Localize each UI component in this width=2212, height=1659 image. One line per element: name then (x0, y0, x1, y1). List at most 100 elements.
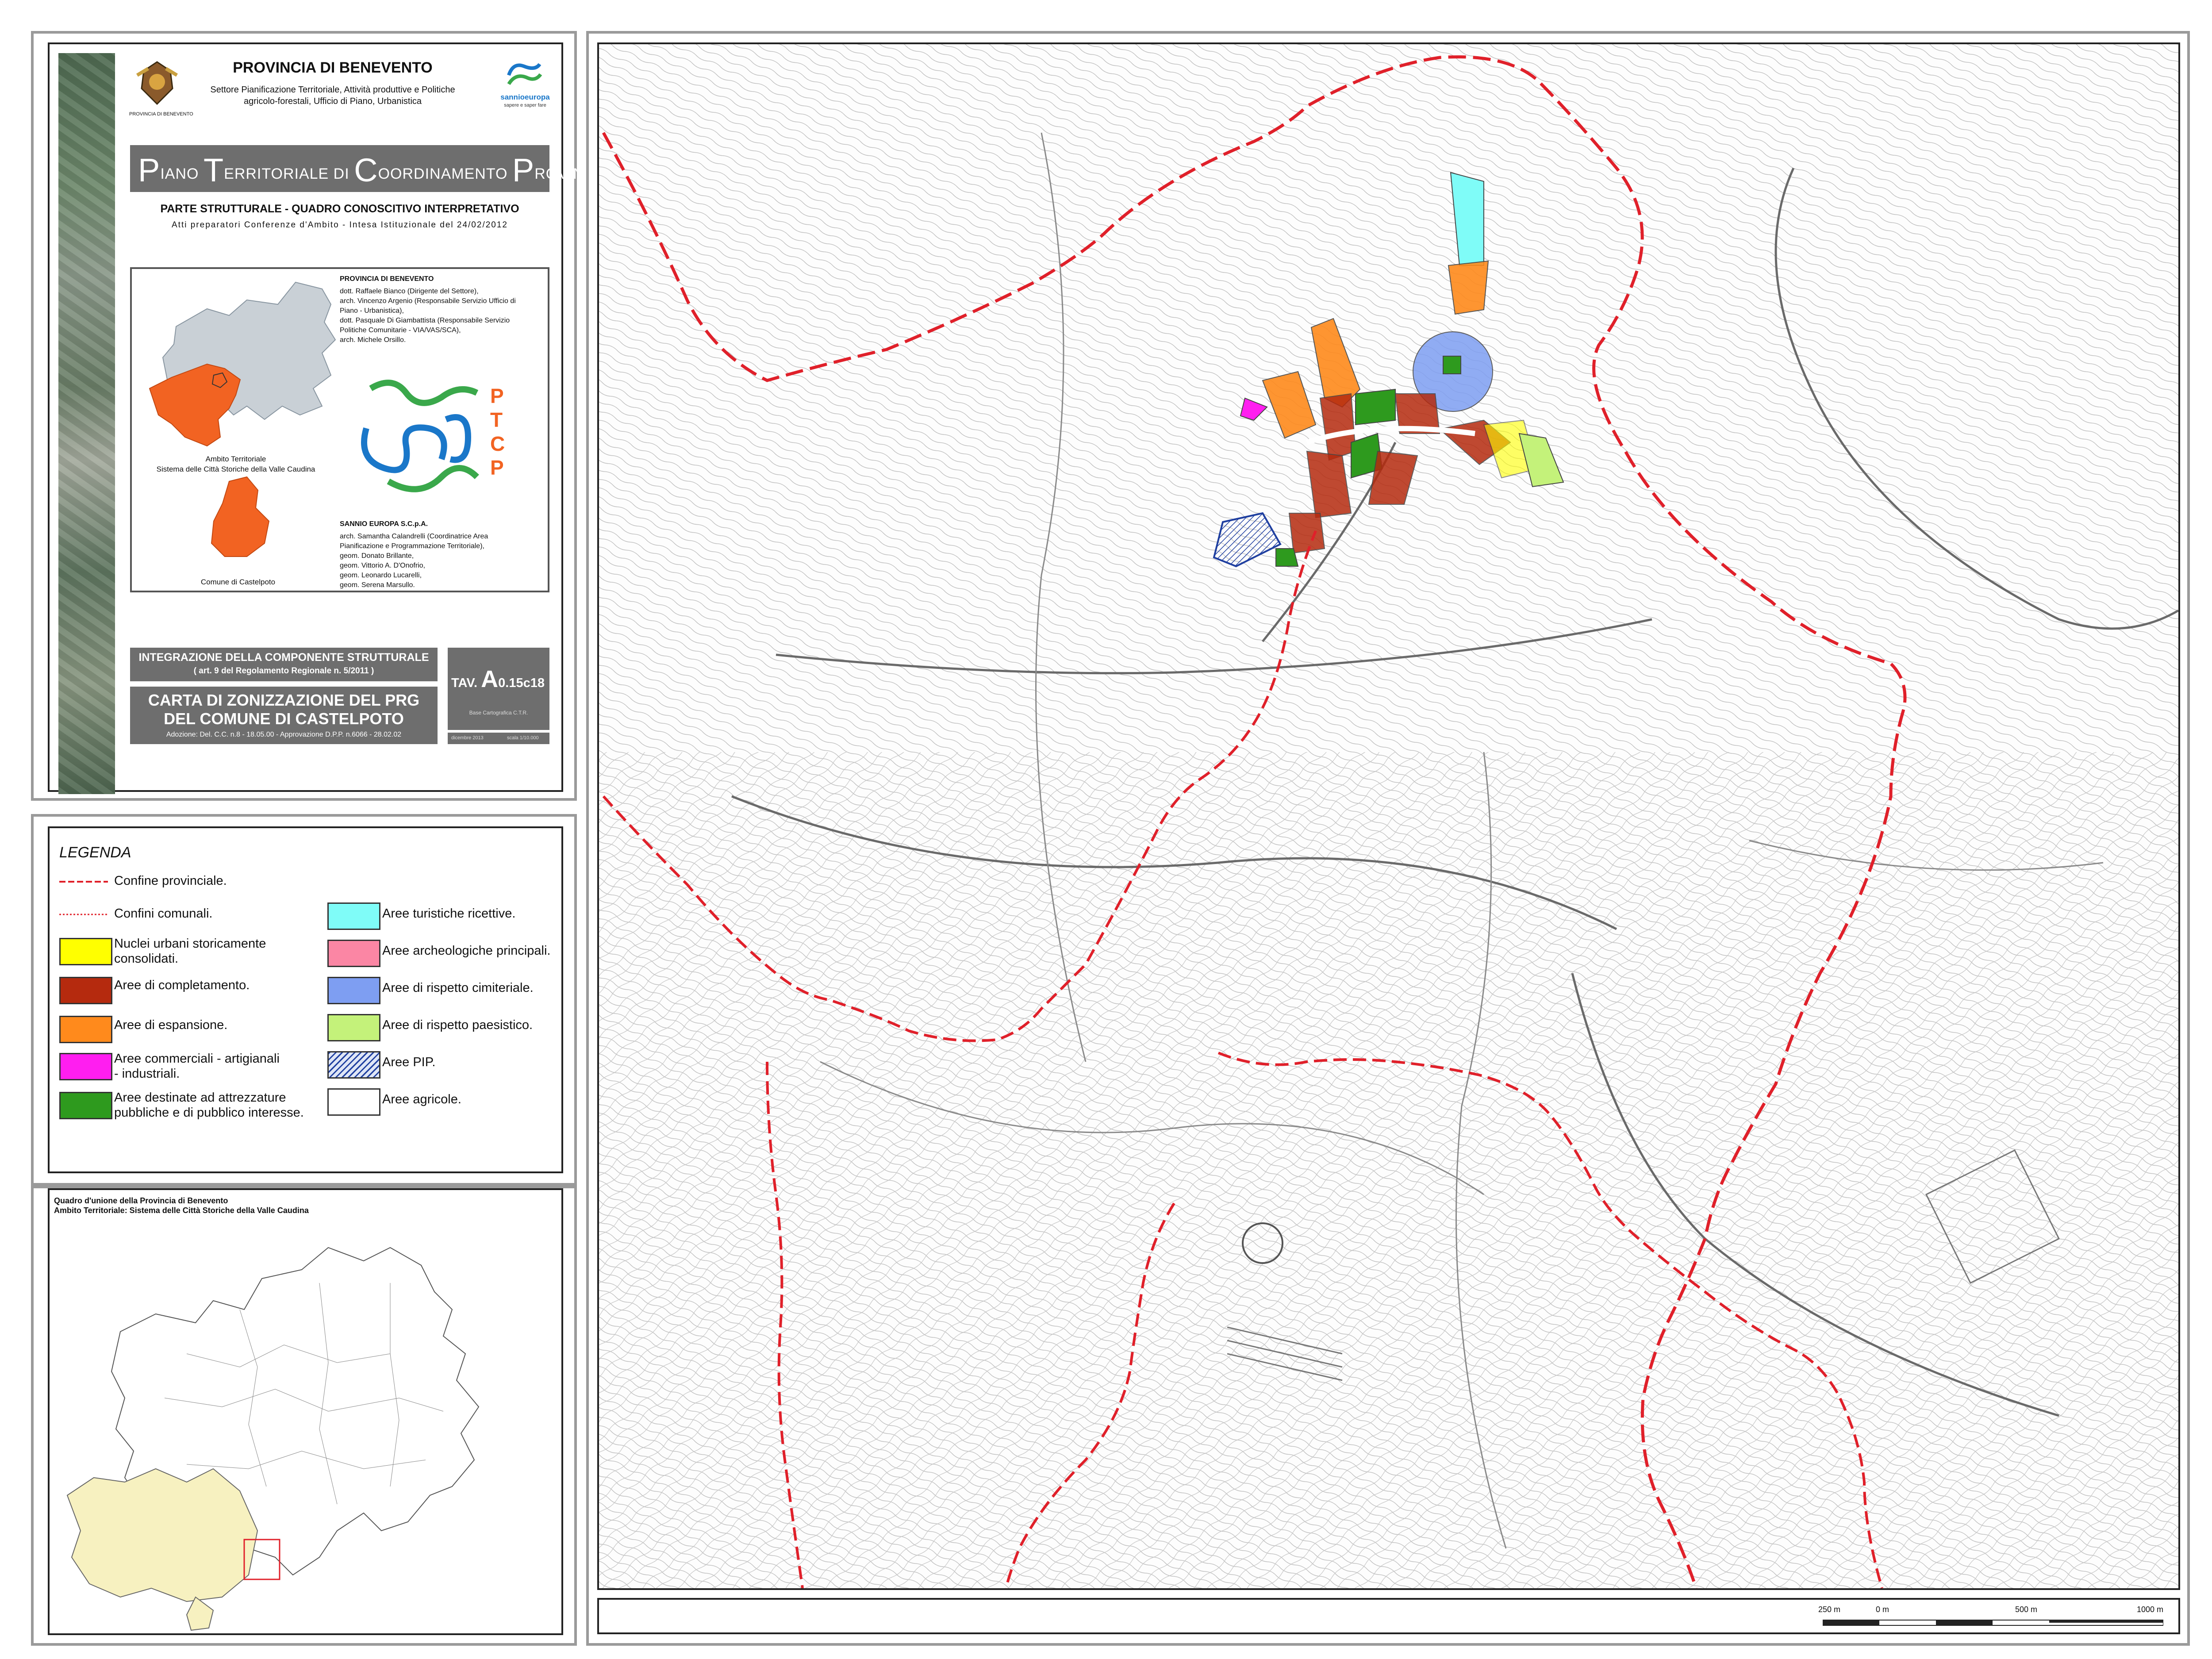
org-title: PROVINCIA DI BENEVENTO (233, 59, 433, 76)
credits-list-2: arch. Samantha Calandrelli (Coordinatric… (340, 532, 488, 590)
overview-title-1: Quadro d'unione della Provincia di Benev… (54, 1196, 228, 1205)
ambito-label-2: Sistema delle Città Storiche della Valle… (156, 465, 315, 473)
plan-title-word-2: ERRITORIALE DI (224, 165, 354, 182)
info-box: Ambito Territoriale Sistema delle Città … (130, 267, 549, 592)
province-map-figure (149, 281, 336, 557)
ptcp-letters: P T C P (490, 384, 505, 480)
credit-line: geom. Donato Brillante, (340, 552, 414, 560)
tav-prefix: TAV. (451, 676, 478, 690)
credit-line: arch. Samantha Calandrelli (Coordinatric… (340, 533, 488, 540)
credit-line: arch. Vincenzo Argenio (Responsabile Ser… (340, 297, 516, 305)
tav-scale: scala 1/10.000 (507, 735, 539, 741)
swatch-turistiche (327, 902, 380, 930)
credit-line: Pianificazione e Programmazione Territor… (340, 542, 484, 550)
swatch-commerciali (59, 1053, 112, 1080)
credit-line: dott. Pasquale Di Giambattista (Responsa… (340, 317, 510, 324)
tav-box: TAV. A0.15c18 Base Cartografica C.T.R. (448, 648, 549, 730)
ambito-label-1: Ambito Territoriale (205, 455, 266, 463)
sector-line-1: Settore Pianificazione Territoriale, Att… (210, 85, 455, 95)
part-title: PARTE STRUTTURALE - QUADRO CONOSCITIVO I… (160, 203, 519, 215)
legend-label: Aree di rispetto paesistico. (382, 1018, 533, 1032)
legend-label: Aree di espansione. (114, 1018, 228, 1032)
legend-label: Aree PIP. (382, 1055, 436, 1069)
swatch-paesistico (327, 1014, 380, 1041)
ptcp-letter: P (490, 384, 504, 407)
aerial-photo-strip (58, 53, 115, 794)
legend-panel: LEGENDA Confine provinciale. Confini com… (48, 826, 563, 1173)
tav-footer: dicembre 2013 scala 1/10.000 (448, 733, 549, 744)
comune-label: Comune di Castelpoto (200, 578, 276, 586)
legend-label: Aree commerciali - artigianali - industr… (114, 1052, 280, 1081)
provincial-boundary-symbol (59, 881, 108, 883)
map-title-line-2: DEL COMUNE DI CASTELPOTO (164, 710, 404, 728)
plan-title-band: PIANO TERRITORIALE DI COORDINAMENTO PROV… (130, 145, 630, 192)
credits-header-2: SANNIO EUROPA S.C.p.A. (340, 520, 428, 528)
scale-label-1000: 1000 m (2137, 1605, 2164, 1614)
credit-line: arch. Michele Orsillo. (340, 336, 406, 344)
legend-label: Aree turistiche ricettive. (382, 906, 516, 921)
province-crest-icon (136, 61, 178, 105)
plan-title-cap-4: P (512, 152, 535, 188)
legend-title: LEGENDA (59, 844, 131, 861)
scale-label-500: 500 m (2015, 1605, 2038, 1614)
topographic-map (599, 44, 2178, 1588)
swatch-nuclei-urbani (59, 938, 112, 965)
swatch-pip (327, 1051, 380, 1079)
tav-base: Base Cartografica C.T.R. (469, 710, 528, 716)
title-panel: PROVINCIA DI BENEVENTO PROVINCIA DI BENE… (48, 42, 630, 794)
overview-province-map (66, 1247, 480, 1631)
adoption-line: Adozione: Del. C.C. n.8 - 18.05.00 - App… (166, 731, 402, 738)
legend-label: Confini comunali. (114, 906, 213, 921)
credit-line: Piano - Urbanistica), (340, 307, 404, 315)
tav-date: dicembre 2013 (451, 735, 484, 741)
partner-brand: sannioeuropa (500, 93, 550, 101)
credits-list-1: dott. Raffaele Bianco (Dirigente del Set… (340, 287, 516, 345)
tav-number: 0.15c18 (498, 676, 545, 690)
main-map (597, 42, 2180, 1590)
swatch-espansione (59, 1016, 112, 1043)
sannio-europa-logo-icon (507, 63, 542, 85)
overview-panel: Quadro d'unione della Provincia di Benev… (48, 1188, 563, 1635)
tav-code: TAV. A0.15c18 (451, 665, 545, 693)
tav-letter: A (481, 666, 499, 692)
swatch-agricole (327, 1088, 380, 1116)
integration-line-2: ( art. 9 del Regolamento Regionale n. 5/… (193, 666, 374, 676)
credits-header-1: PROVINCIA DI BENEVENTO (340, 275, 434, 283)
scale-label-0: 0 m (1876, 1605, 1889, 1614)
credit-line: geom. Leonardo Lucarelli, (340, 572, 422, 579)
legend-label: Aree di rispetto cimiteriale. (382, 981, 534, 995)
legend-label: Aree archeologiche principali. (382, 944, 551, 958)
municipal-boundary-symbol (59, 914, 108, 915)
credit-line: geom. Serena Marsullo. (340, 581, 415, 589)
legend-label: Aree agricole. (382, 1092, 461, 1106)
credit-line: dott. Raffaele Bianco (Dirigente del Set… (340, 288, 479, 295)
sector-line-2: agricolo-forestali, Ufficio di Piano, Ur… (243, 96, 422, 106)
scale-label-250: 250 m (1818, 1605, 1841, 1614)
overview-title-2: Ambito Territoriale: Sistema delle Città… (54, 1206, 309, 1215)
integration-band: INTEGRAZIONE DELLA COMPONENTE STRUTTURAL… (130, 648, 438, 681)
map-title-band: CARTA DI ZONIZZAZIONE DEL PRG DEL COMUNE… (130, 687, 438, 744)
ptcp-letter: T (490, 408, 503, 431)
legend-label: Aree destinate ad attrezzature pubbliche… (114, 1091, 304, 1120)
plan-title-word-1: IANO (160, 165, 204, 182)
swatch-cimiteriale (327, 977, 380, 1004)
swatch-completamento (59, 977, 112, 1004)
plan-title: PIANO TERRITORIALE DI COORDINAMENTO PROV… (138, 151, 630, 189)
partner-tagline: sapere e saper fare (504, 103, 546, 108)
legend-label: Aree di completamento. (114, 978, 250, 992)
swatch-attrezzature (59, 1092, 112, 1119)
legend-label: Confine provinciale. (114, 874, 227, 888)
credit-line: Politiche Comunitarie - VIA/VAS/SCA), (340, 326, 461, 334)
plan-title-word-3: OORDINAMENTO (378, 165, 512, 182)
map-title-line-1: CARTA DI ZONIZZAZIONE DEL PRG (148, 691, 420, 709)
ptcp-letter: P (490, 456, 504, 479)
acts-line: Atti preparatori Conferenze d'Ambito - I… (172, 220, 508, 230)
integration-line-1: INTEGRAZIONE DELLA COMPONENTE STRUTTURAL… (138, 651, 429, 664)
logo-caption: PROVINCIA DI BENEVENTO (129, 111, 193, 117)
scale-bar (1823, 1620, 2163, 1626)
plan-title-cap-2: T (203, 152, 224, 188)
credit-line: geom. Vittorio A. D'Onofrio, (340, 562, 426, 569)
plan-title-cap-3: C (354, 152, 378, 188)
legend-label: Nuclei urbani storicamente consolidati. (114, 937, 266, 966)
ptcp-letter: C (490, 432, 505, 455)
